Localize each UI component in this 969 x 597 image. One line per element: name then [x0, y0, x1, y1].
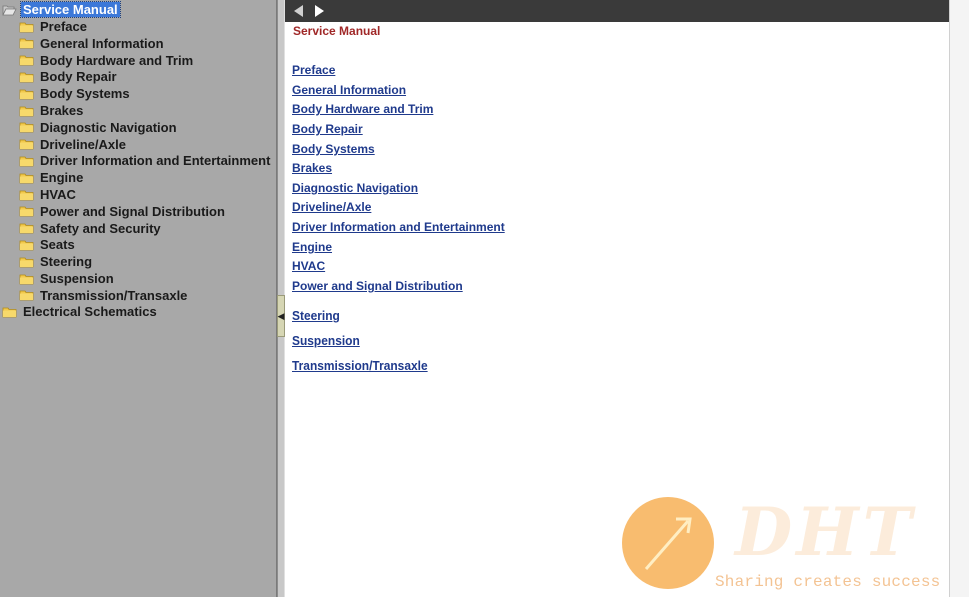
- toc-link-transmission-transaxle[interactable]: Transmission/Transaxle: [292, 358, 428, 373]
- tree-item-label: Body Repair: [40, 69, 117, 85]
- tree-item-label: Seats: [40, 237, 75, 253]
- toc-link-body-hardware-and-trim[interactable]: Body Hardware and Trim: [292, 102, 433, 116]
- folder-icon: [19, 190, 34, 200]
- tree-root-label: Service Manual: [20, 1, 121, 18]
- tree-item-diagnostic-navigation[interactable]: Diagnostic Navigation: [19, 119, 179, 136]
- tree-item-label: Suspension: [40, 271, 114, 286]
- folder-icon: [19, 173, 34, 184]
- tree-item-safety-and-security[interactable]: Safety and Security: [19, 220, 163, 237]
- tree-item-hvac[interactable]: HVAC: [19, 186, 78, 203]
- tree-item-label: Power and Signal Distribution: [40, 203, 225, 219]
- folder-icon: [19, 22, 34, 32]
- tree-item-label: Electrical Schematics: [23, 304, 157, 319]
- toc-link-power-and-signal-distribution[interactable]: Power and Signal Distribution: [292, 279, 463, 293]
- tree-root-service-manual[interactable]: Service Manual: [2, 1, 121, 18]
- tree-item-suspension[interactable]: Suspension: [19, 270, 116, 287]
- tree-item-label: HVAC: [40, 187, 76, 202]
- tree-item-engine[interactable]: Engine: [19, 169, 85, 186]
- folder-icon: [19, 122, 34, 133]
- navigation-tree[interactable]: Service Manual Preface General Informatio…: [0, 0, 277, 597]
- tree-item-label: General Information: [40, 35, 164, 51]
- folder-icon: [19, 206, 34, 217]
- toc-link-body-repair[interactable]: Body Repair: [292, 122, 363, 136]
- tree-item-general-information[interactable]: General Information: [19, 35, 166, 52]
- tree-item-label: Body Systems: [40, 86, 130, 102]
- toc-link-driver-information-and-entertainment[interactable]: Driver Information and Entertainment: [292, 220, 505, 234]
- folder-icon: [2, 307, 17, 317]
- tree-item-brakes[interactable]: Brakes: [19, 102, 85, 119]
- tree-item-body-hardware-and-trim[interactable]: Body Hardware and Trim: [19, 52, 195, 69]
- folder-icon: [19, 240, 34, 251]
- chevron-left-icon: ◀: [277, 310, 285, 321]
- tree-item-label: Preface: [40, 19, 87, 34]
- folder-icon: [19, 139, 34, 150]
- tree-item-label: Diagnostic Navigation: [40, 119, 177, 135]
- tree-item-label: Body Hardware and Trim: [40, 52, 194, 68]
- folder-icon: [19, 223, 34, 234]
- app-window: Service Manual Preface General Informatio…: [0, 0, 969, 597]
- tree-item-label: Safety and Security: [40, 220, 161, 236]
- vertical-scrollbar[interactable]: [949, 0, 969, 597]
- folder-icon: [19, 89, 34, 100]
- toc-link-steering[interactable]: Steering: [292, 308, 340, 323]
- toc-link-hvac[interactable]: HVAC: [292, 259, 325, 273]
- tree-item-label: Driver Information and Entertainment: [40, 153, 271, 169]
- forward-button[interactable]: [311, 2, 329, 20]
- folder-icon: [19, 38, 34, 49]
- toc-link-suspension[interactable]: Suspension: [292, 333, 360, 348]
- tree-item-power-and-signal-distribution[interactable]: Power and Signal Distribution: [19, 203, 227, 220]
- folder-icon: [19, 156, 34, 167]
- folder-icon: [19, 72, 34, 83]
- toc-link-general-information[interactable]: General Information: [292, 83, 406, 97]
- collapse-pane-handle[interactable]: ◀: [277, 295, 285, 337]
- back-button[interactable]: [289, 2, 307, 20]
- tree-item-electrical-schematics[interactable]: Electrical Schematics: [2, 303, 159, 320]
- tree-item-label: Transmission/Transaxle: [40, 287, 188, 303]
- forward-arrow-icon: [315, 5, 324, 17]
- toc-link-driveline-axle[interactable]: Driveline/Axle: [292, 200, 371, 214]
- tree-item-driver-information-and-entertainment[interactable]: Driver Information and Entertainment: [19, 152, 272, 169]
- tree-item-label: Steering: [40, 254, 93, 270]
- toolbar: [285, 0, 949, 22]
- toc-link-diagnostic-navigation[interactable]: Diagnostic Navigation: [292, 181, 418, 195]
- tree-item-label: Driveline/Axle: [40, 136, 126, 152]
- folder-icon: [19, 290, 34, 301]
- open-folder-icon: [2, 5, 17, 15]
- toc-link-body-systems[interactable]: Body Systems: [292, 142, 375, 156]
- toc-link-preface[interactable]: Preface: [292, 63, 335, 77]
- tree-item-label: Engine: [40, 170, 84, 186]
- folder-icon: [19, 274, 34, 284]
- tree-item-transmission-transaxle[interactable]: Transmission/Transaxle: [19, 287, 189, 304]
- toc-link-brakes[interactable]: Brakes: [292, 161, 332, 175]
- tree-item-body-systems[interactable]: Body Systems: [19, 85, 132, 102]
- tree-item-driveline-axle[interactable]: Driveline/Axle: [19, 136, 128, 153]
- folder-icon: [19, 106, 34, 116]
- tree-item-steering[interactable]: Steering: [19, 253, 94, 270]
- tree-item-preface[interactable]: Preface: [19, 18, 89, 35]
- tree-item-body-repair[interactable]: Body Repair: [19, 68, 119, 85]
- content-pane: Service Manual Preface General Informatio…: [285, 0, 949, 597]
- toc-link-engine[interactable]: Engine: [292, 240, 332, 254]
- folder-icon: [19, 257, 34, 268]
- folder-icon: [19, 55, 34, 66]
- page-title: Service Manual: [293, 24, 381, 38]
- back-arrow-icon: [294, 5, 303, 17]
- tree-item-seats[interactable]: Seats: [19, 236, 77, 253]
- tree-item-label: Brakes: [40, 103, 84, 118]
